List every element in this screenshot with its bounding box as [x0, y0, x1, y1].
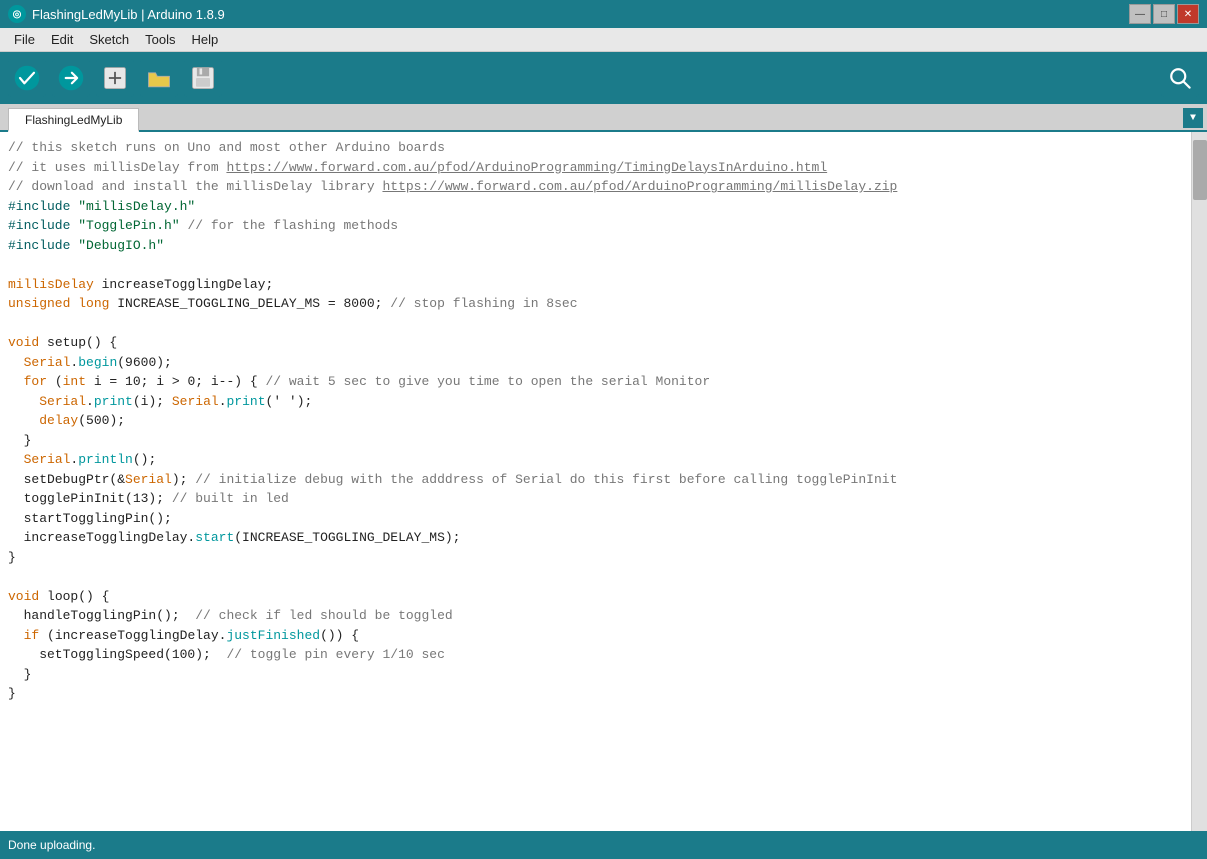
- verify-button[interactable]: [8, 59, 46, 97]
- maximize-button[interactable]: □: [1153, 4, 1175, 24]
- save-button[interactable]: [184, 59, 222, 97]
- code-line-15: delay(500);: [8, 411, 1191, 431]
- new-button[interactable]: [96, 59, 134, 97]
- upload-icon: [57, 64, 85, 92]
- code-line-19: togglePinInit(13); // built in led: [8, 489, 1191, 509]
- code-line-2: // it uses millisDelay from https://www.…: [8, 158, 1191, 178]
- code-line-1: // this sketch runs on Uno and most othe…: [8, 138, 1191, 158]
- search-icon: [1166, 64, 1194, 92]
- editor-container: // this sketch runs on Uno and most othe…: [0, 132, 1207, 831]
- upload-button[interactable]: [52, 59, 90, 97]
- code-line-12: Serial.begin(9600);: [8, 353, 1191, 373]
- save-icon: [189, 64, 217, 92]
- open-button[interactable]: [140, 59, 178, 97]
- tab-dropdown-button[interactable]: ▼: [1183, 108, 1203, 128]
- code-line-24: void loop() {: [8, 587, 1191, 607]
- code-line-29: }: [8, 684, 1191, 704]
- status-bar: Done uploading.: [0, 831, 1207, 859]
- code-line-4: #include "millisDelay.h": [8, 197, 1191, 217]
- code-line-18: setDebugPtr(&Serial); // initialize debu…: [8, 470, 1191, 490]
- tab-bar: FlashingLedMyLib ▼: [0, 104, 1207, 132]
- new-icon: [101, 64, 129, 92]
- tab-label: FlashingLedMyLib: [25, 113, 122, 127]
- search-button[interactable]: [1161, 59, 1199, 97]
- title-bar: ◎ FlashingLedMyLib | Arduino 1.8.9 — □ ✕: [0, 0, 1207, 28]
- title-bar-left: ◎ FlashingLedMyLib | Arduino 1.8.9: [8, 5, 225, 23]
- code-line-7: [8, 255, 1191, 275]
- minimize-button[interactable]: —: [1129, 4, 1151, 24]
- app-icon: ◎: [8, 5, 26, 23]
- code-line-22: }: [8, 548, 1191, 568]
- code-line-6: #include "DebugIO.h": [8, 236, 1191, 256]
- code-line-26: if (increaseTogglingDelay.justFinished()…: [8, 626, 1191, 646]
- code-line-9: unsigned long INCREASE_TOGGLING_DELAY_MS…: [8, 294, 1191, 314]
- code-line-25: handleTogglingPin(); // check if led sho…: [8, 606, 1191, 626]
- menu-help[interactable]: Help: [183, 30, 226, 49]
- code-line-3: // download and install the millisDelay …: [8, 177, 1191, 197]
- scrollbar-thumb[interactable]: [1193, 140, 1207, 200]
- code-line-17: Serial.println();: [8, 450, 1191, 470]
- vertical-scrollbar[interactable]: [1191, 132, 1207, 831]
- code-line-8: millisDelay increaseTogglingDelay;: [8, 275, 1191, 295]
- menu-file[interactable]: File: [6, 30, 43, 49]
- code-line-23: [8, 567, 1191, 587]
- code-line-27: setTogglingSpeed(100); // toggle pin eve…: [8, 645, 1191, 665]
- open-icon: [145, 64, 173, 92]
- code-line-11: void setup() {: [8, 333, 1191, 353]
- code-line-21: increaseTogglingDelay.start(INCREASE_TOG…: [8, 528, 1191, 548]
- menu-tools[interactable]: Tools: [137, 30, 183, 49]
- tab-flashingledmylib[interactable]: FlashingLedMyLib: [8, 108, 139, 132]
- code-line-28: }: [8, 665, 1191, 685]
- code-line-20: startTogglingPin();: [8, 509, 1191, 529]
- window-controls[interactable]: — □ ✕: [1129, 4, 1199, 24]
- toolbar: [0, 52, 1207, 104]
- code-line-13: for (int i = 10; i > 0; i--) { // wait 5…: [8, 372, 1191, 392]
- status-text: Done uploading.: [8, 838, 95, 852]
- menu-sketch[interactable]: Sketch: [81, 30, 137, 49]
- code-line-14: Serial.print(i); Serial.print(' ');: [8, 392, 1191, 412]
- code-editor[interactable]: // this sketch runs on Uno and most othe…: [0, 132, 1191, 831]
- code-line-5: #include "TogglePin.h" // for the flashi…: [8, 216, 1191, 236]
- code-line-10: [8, 314, 1191, 334]
- window-title: FlashingLedMyLib | Arduino 1.8.9: [32, 7, 225, 22]
- menu-bar: File Edit Sketch Tools Help: [0, 28, 1207, 52]
- close-button[interactable]: ✕: [1177, 4, 1199, 24]
- verify-icon: [13, 64, 41, 92]
- menu-edit[interactable]: Edit: [43, 30, 81, 49]
- code-line-16: }: [8, 431, 1191, 451]
